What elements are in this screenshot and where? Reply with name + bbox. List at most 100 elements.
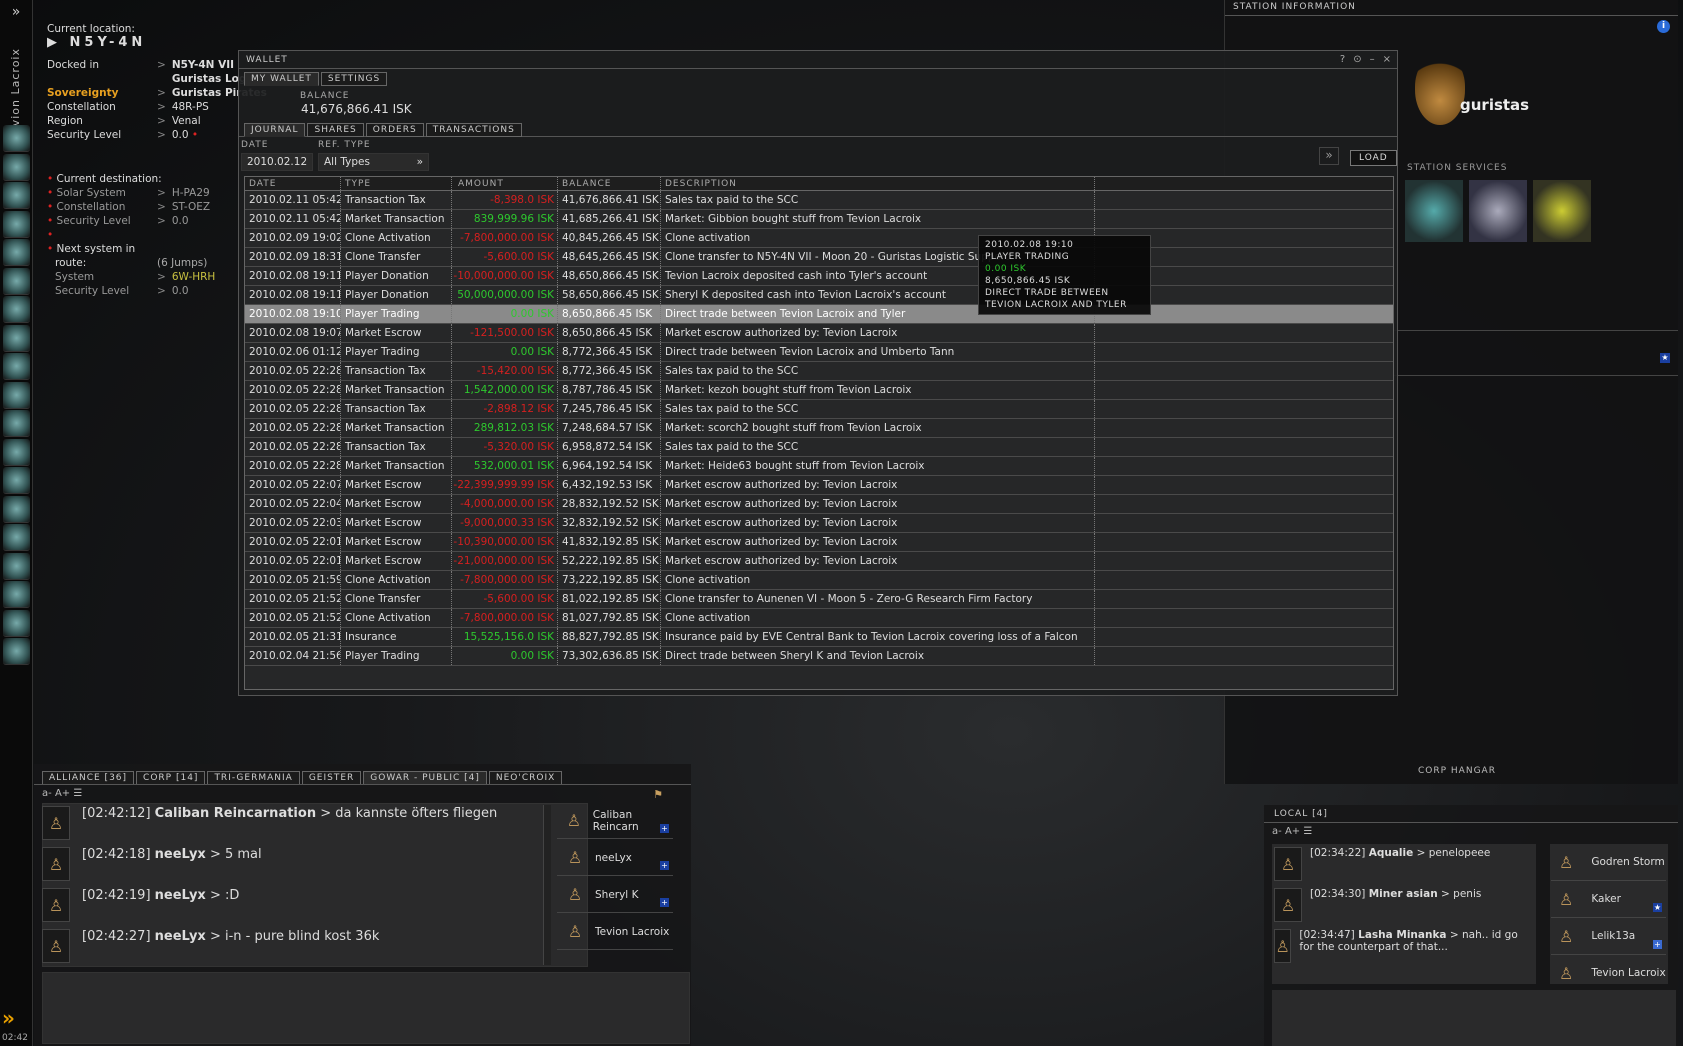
map-icon[interactable] <box>3 438 30 466</box>
tab-shares[interactable]: SHARES <box>307 123 364 137</box>
journal-row[interactable]: 2010.02.05 21:52 Clone Transfer -5,600.00 … <box>245 590 1393 609</box>
starmap-icon[interactable] <box>3 467 30 494</box>
journal-row[interactable]: 2010.02.05 21:52 Clone Activation -7,800,0… <box>245 609 1393 628</box>
journal-row[interactable]: 2010.02.05 22:01 Market Escrow -21,000,000… <box>245 552 1393 571</box>
chat-tab[interactable]: GEISTER <box>301 771 362 785</box>
channels-icon[interactable] <box>3 581 30 608</box>
journal-row[interactable]: 2010.02.05 22:01 Market Escrow -10,390,000… <box>245 533 1393 552</box>
col-description[interactable]: DESCRIPTION <box>661 177 1095 190</box>
close-icon[interactable]: × <box>1383 54 1391 65</box>
col-balance[interactable]: BALANCE <box>558 177 661 190</box>
journal-row[interactable]: 2010.02.08 19:07 Market Escrow -121,500.00… <box>245 324 1393 343</box>
eve-menu-icon[interactable]: » <box>2 1006 15 1030</box>
journal-row[interactable]: 2010.02.05 22:07 Market Escrow -22,399,999… <box>245 476 1393 495</box>
avatar[interactable]: ♙ <box>42 929 70 963</box>
chat-tab[interactable]: NEO'CROIX <box>488 771 563 785</box>
settings-icon[interactable]: ⊙ <box>1353 54 1361 65</box>
current-system[interactable]: N5Y-4N <box>70 35 147 50</box>
service-repair-icon[interactable] <box>1405 180 1463 242</box>
font-larger-button[interactable]: A+ <box>55 788 70 799</box>
channel-member[interactable]: ♙ Tevion Lacroix <box>557 914 673 950</box>
journal-row[interactable]: 2010.02.04 21:56 Player Trading 0.00 ISK 73… <box>245 647 1393 666</box>
service-market-icon[interactable] <box>1469 180 1527 242</box>
chat-tab[interactable]: TRI-GERMANIA <box>207 771 300 785</box>
tab-journal[interactable]: JOURNAL <box>244 123 306 137</box>
avatar[interactable]: ♙ <box>1274 847 1302 881</box>
journal-row[interactable]: 2010.02.05 22:28 Market Transaction 289,81… <box>245 419 1393 438</box>
chat-scrollbar[interactable] <box>543 805 551 965</box>
avatar[interactable]: ♙ <box>42 888 70 922</box>
reftype-select[interactable]: All Types » <box>318 153 429 171</box>
journal-row[interactable]: 2010.02.09 19:02 Clone Activation -7,800,0… <box>245 229 1393 248</box>
info-icon[interactable]: i <box>1657 20 1670 33</box>
avatar[interactable]: ♙ <box>1274 929 1292 963</box>
channel-member[interactable]: ♙ neeLyx + <box>557 840 673 876</box>
journal-row[interactable]: 2010.02.05 22:28 Market Transaction 532,00… <box>245 457 1393 476</box>
journal-row[interactable]: 2010.02.08 19:11 Player Donation 50,000,00… <box>245 286 1393 305</box>
col-type[interactable]: TYPE <box>341 177 452 190</box>
load-button[interactable]: LOAD <box>1350 150 1397 166</box>
avatar[interactable]: ♙ <box>42 847 70 881</box>
channel-member[interactable]: ♙ Sheryl K + <box>557 877 673 913</box>
corp-hangar-button[interactable]: CORP HANGAR <box>1418 766 1496 776</box>
message-sender[interactable]: Miner asian <box>1369 888 1438 900</box>
list-view-icon[interactable]: ☰ <box>73 788 82 799</box>
avatar[interactable]: ♙ <box>1274 888 1302 922</box>
wallet-icon[interactable] <box>3 267 30 295</box>
message-sender[interactable]: Caliban Reincarnation <box>155 806 316 821</box>
tab-settings[interactable]: SETTINGS <box>320 72 388 86</box>
help-icon[interactable] <box>3 552 30 580</box>
service-reprocessing-icon[interactable] <box>1533 180 1591 242</box>
local-member[interactable]: ♙ Godren Storm <box>1551 844 1666 881</box>
character-sheet-icon[interactable] <box>3 125 30 152</box>
expand-neocom-icon[interactable]: » <box>0 4 32 20</box>
channel-member[interactable]: ♙ Caliban Reincarn + <box>557 803 673 839</box>
chat-input[interactable] <box>42 972 690 1044</box>
journal-row[interactable]: 2010.02.05 22:03 Market Escrow -9,000,000.… <box>245 514 1393 533</box>
journal-row[interactable]: 2010.02.05 22:28 Transaction Tax -5,320.00… <box>245 438 1393 457</box>
dest-constellation[interactable]: ST-OEZ <box>172 200 210 214</box>
journal-row[interactable]: 2010.02.05 21:59 Clone Activation -7,800,0… <box>245 571 1393 590</box>
mail-icon[interactable] <box>3 182 30 209</box>
message-sender[interactable]: Lasha Minanka <box>1358 929 1446 941</box>
chat-tab[interactable]: CORP [14] <box>136 771 206 785</box>
local-font-smaller-button[interactable]: a- <box>1272 826 1282 837</box>
tab-my-wallet[interactable]: MY WALLET <box>244 72 319 86</box>
local-member[interactable]: ♙ Kaker ★ <box>1551 881 1666 918</box>
settings-icon[interactable] <box>3 609 30 637</box>
chat-tab[interactable]: GOWAR - PUBLIC [4] <box>363 771 487 785</box>
chat-tab[interactable]: ALLIANCE [36] <box>42 771 135 785</box>
col-amount[interactable]: AMOUNT <box>452 177 558 190</box>
chat-settings-icon[interactable]: ⚑ <box>653 788 663 801</box>
journal-row[interactable]: 2010.02.05 22:28 Transaction Tax -15,420.0… <box>245 362 1393 381</box>
date-input[interactable]: 2010.02.12 <box>241 153 313 171</box>
corporation-icon[interactable] <box>3 324 30 352</box>
local-member[interactable]: ♙ Lelik13a + <box>1551 918 1666 955</box>
avatar[interactable]: ♙ <box>42 806 70 840</box>
fitting-icon[interactable] <box>3 381 30 409</box>
journal-row[interactable]: 2010.02.11 05:42 Transaction Tax -8,398.0 … <box>245 191 1393 210</box>
region-value[interactable]: Venal <box>172 114 201 128</box>
journal-row[interactable]: 2010.02.05 22:28 Transaction Tax -2,898.12… <box>245 400 1393 419</box>
col-date[interactable]: DATE <box>245 177 341 190</box>
message-sender[interactable]: neeLyx <box>155 888 206 903</box>
local-member[interactable]: ♙ Tevion Lacroix <box>1551 955 1666 992</box>
journal-row[interactable]: 2010.02.08 19:11 Player Donation -10,000,0… <box>245 267 1393 286</box>
drones-icon[interactable] <box>3 638 30 665</box>
message-sender[interactable]: neeLyx <box>155 929 206 944</box>
tab-transactions[interactable]: TRANSACTIONS <box>425 123 522 137</box>
journal-row[interactable]: 2010.02.11 05:42 Market Transaction 839,99… <box>245 210 1393 229</box>
help-icon[interactable]: ? <box>1340 54 1345 65</box>
docked-station[interactable]: N5Y-4N VII <box>172 58 234 72</box>
message-sender[interactable]: Aqualie <box>1369 847 1414 859</box>
assets-icon[interactable] <box>3 239 30 266</box>
forward-icon[interactable]: » <box>1319 147 1339 165</box>
people-places-icon[interactable] <box>3 153 30 181</box>
local-input[interactable] <box>1272 990 1676 1046</box>
journal-row[interactable]: 2010.02.06 01:12 Player Trading 0.00 ISK 8,… <box>245 343 1393 362</box>
dest-system[interactable]: H-PA29 <box>172 186 210 200</box>
ship-icon[interactable] <box>3 410 30 437</box>
journal-row[interactable]: 2010.02.08 19:10 Player Trading 0.00 ISK 8,… <box>245 305 1393 324</box>
local-font-larger-button[interactable]: A+ <box>1285 826 1300 837</box>
local-list-view-icon[interactable]: ☰ <box>1303 826 1312 837</box>
